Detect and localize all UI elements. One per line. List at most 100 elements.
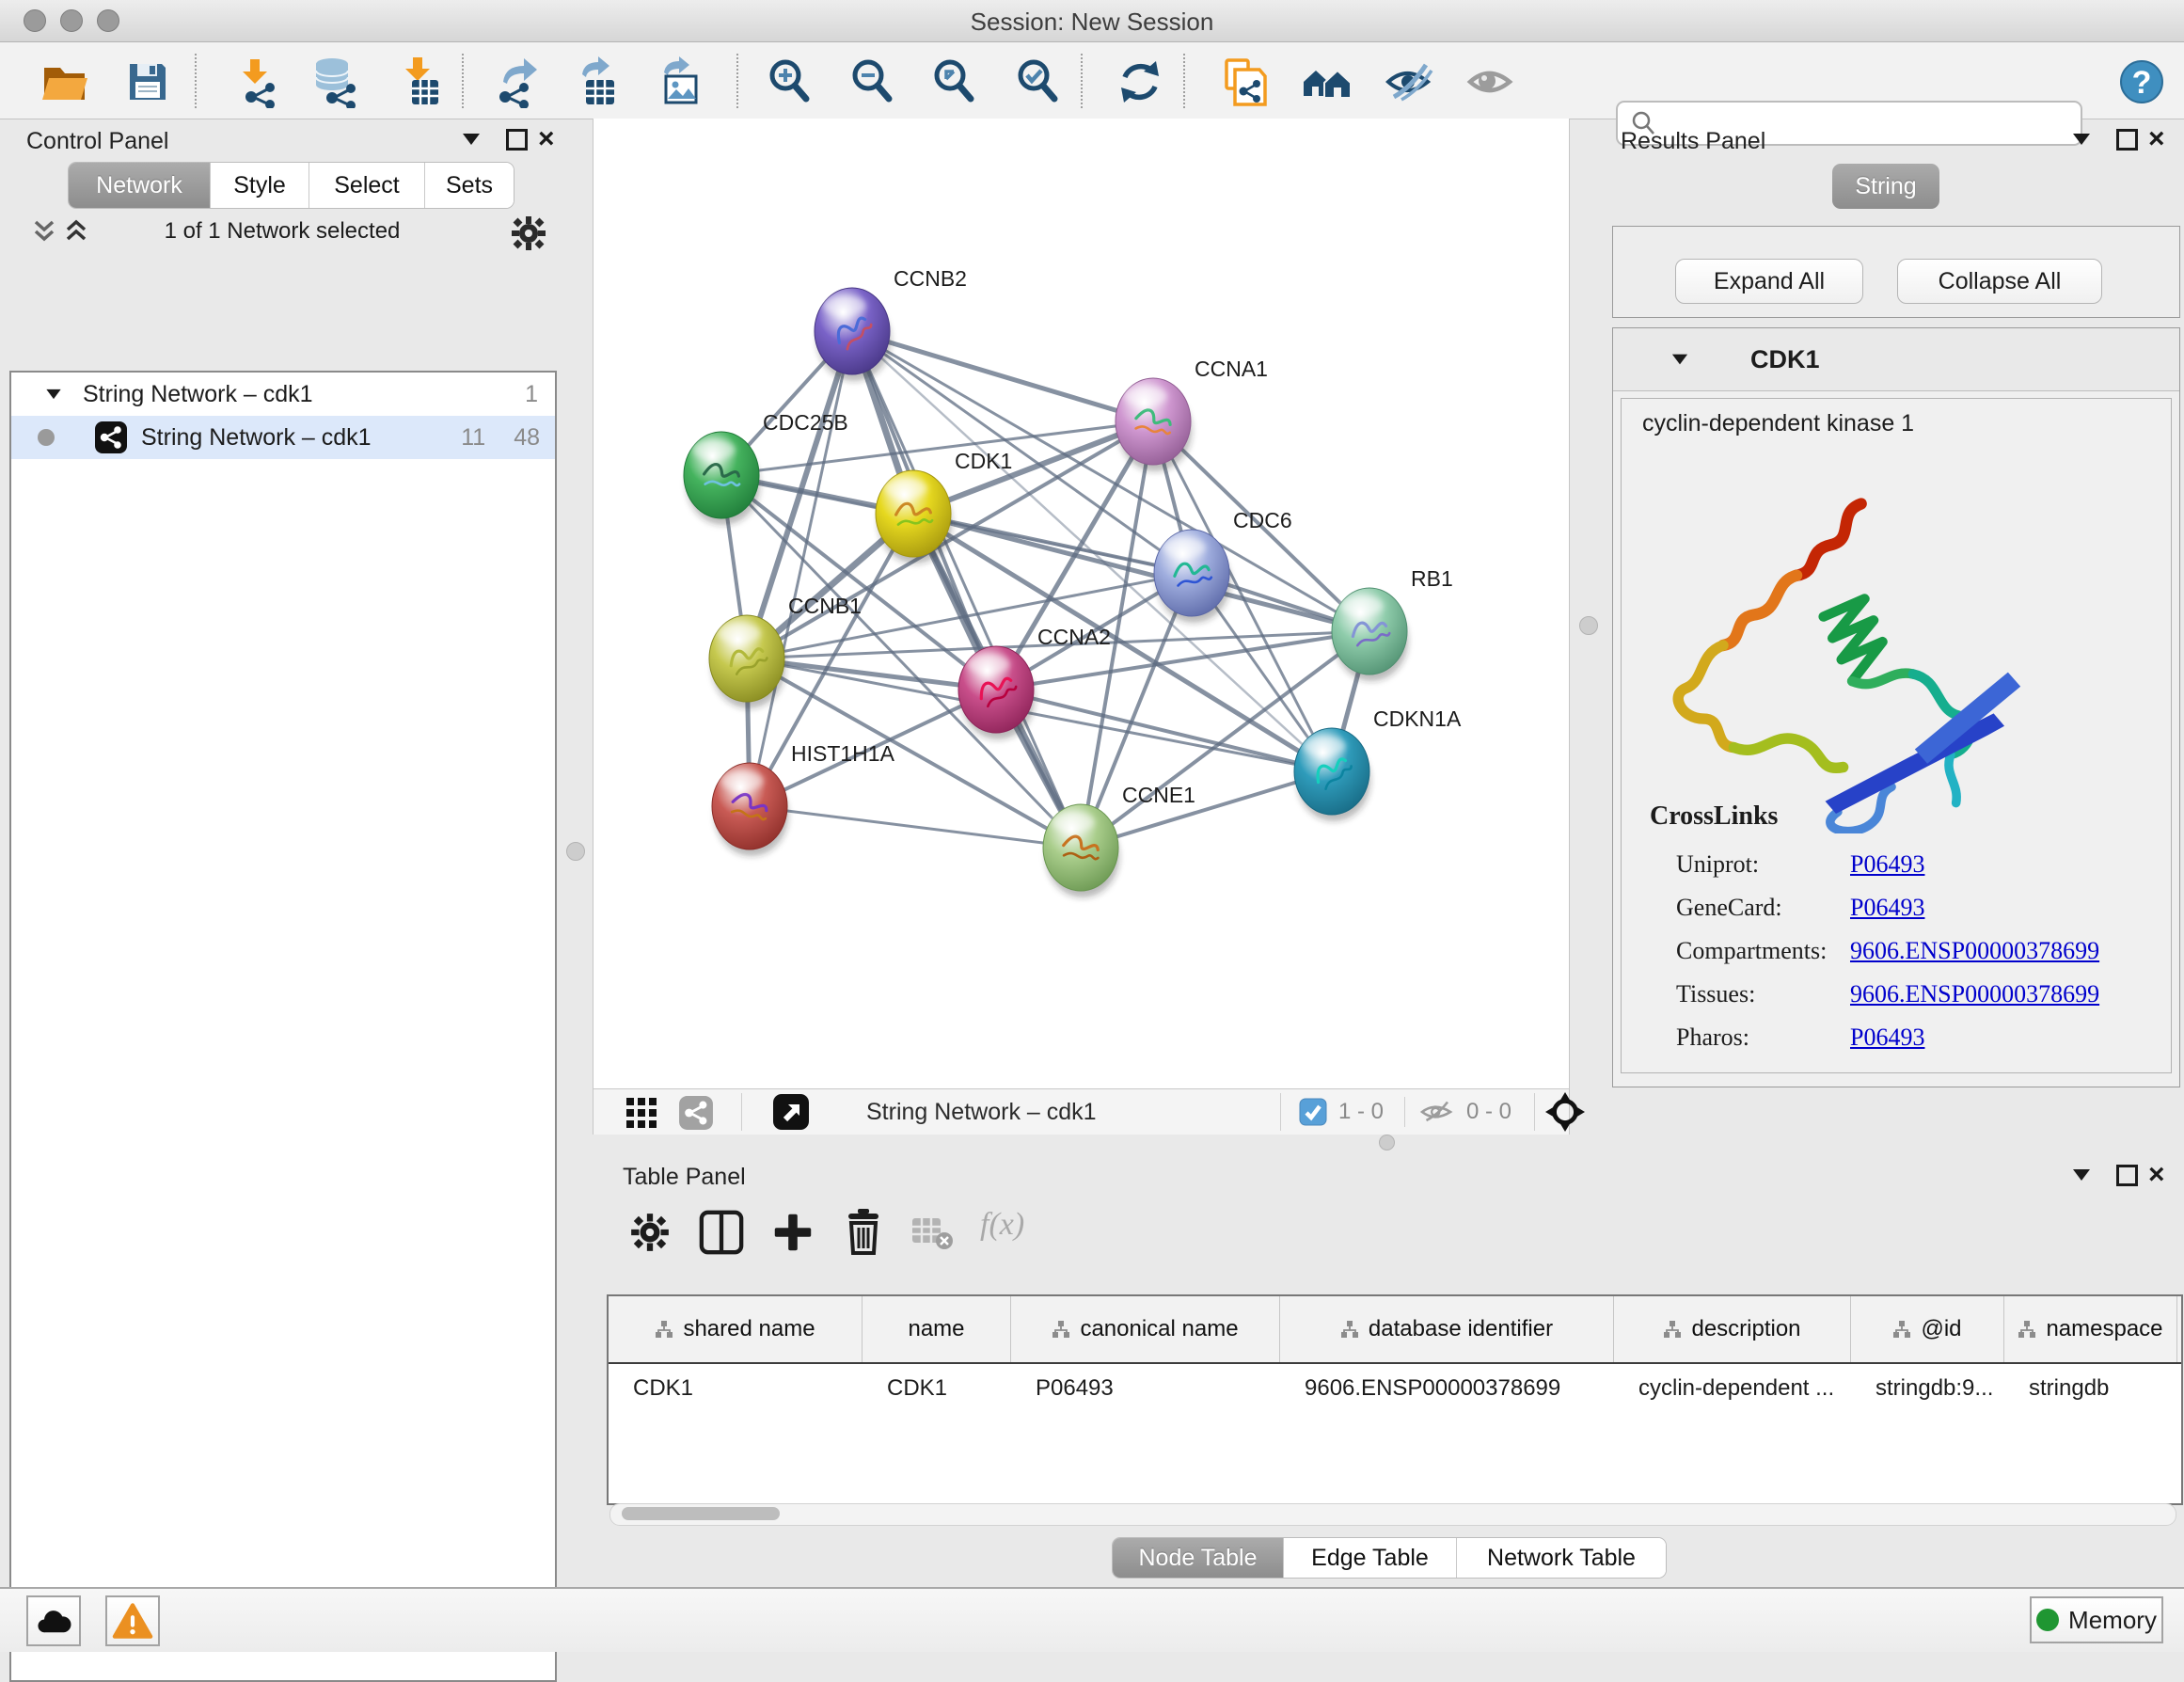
selected-checkbox-icon[interactable] — [1299, 1098, 1327, 1126]
collapse-all-icon[interactable] — [30, 216, 58, 246]
table-panel-close-icon[interactable]: × — [2148, 1166, 2165, 1184]
detach-view-icon[interactable] — [772, 1093, 810, 1131]
gear-icon[interactable] — [508, 213, 549, 254]
edge[interactable] — [1081, 771, 1332, 848]
scrollbar-thumb[interactable] — [622, 1507, 780, 1520]
table-cell[interactable]: CDK1 — [609, 1364, 863, 1413]
import-database-icon[interactable] — [308, 56, 360, 108]
table-cell[interactable]: cyclin-dependent ... — [1614, 1364, 1851, 1413]
left-splitter-handle[interactable] — [566, 842, 585, 861]
node-ccnb2[interactable]: CCNB2 — [815, 266, 967, 381]
export-table-icon[interactable] — [573, 56, 625, 108]
zoom-fit-icon[interactable] — [927, 56, 980, 108]
edge[interactable] — [750, 331, 852, 806]
zoom-in-icon[interactable] — [763, 56, 815, 108]
delete-column-icon[interactable] — [841, 1207, 886, 1256]
network-edges[interactable] — [721, 331, 1369, 848]
network-row-selected[interactable]: String Network – cdk1 11 48 — [11, 416, 555, 459]
save-session-icon[interactable] — [121, 56, 174, 108]
window-title: Session: New Session — [0, 8, 2184, 37]
column-header-canonical-name[interactable]: canonical name — [1011, 1296, 1280, 1362]
network-edge-count: 48 — [514, 424, 540, 452]
table-cell[interactable]: stringdb:9... — [1851, 1364, 2004, 1413]
zoom-selected-icon[interactable] — [1011, 56, 1064, 108]
memory-button[interactable]: Memory — [2030, 1596, 2163, 1643]
crosslink-value-link[interactable]: P06493 — [1850, 894, 1924, 922]
node-rb1[interactable]: RB1 — [1332, 566, 1453, 681]
grid-view-icon[interactable] — [625, 1097, 657, 1129]
network-graph[interactable]: CCNB2CCNA1CDC25BCDK1CDC6RB1CCNB1CCNA2CDK… — [593, 119, 1569, 1079]
collection-expand-icon[interactable] — [46, 389, 60, 399]
show-columns-icon[interactable] — [698, 1209, 745, 1256]
column-header-description[interactable]: description — [1614, 1296, 1851, 1362]
node-ccne1[interactable]: CCNE1 — [1043, 783, 1195, 897]
right-splitter-handle[interactable] — [1579, 616, 1598, 635]
home-icon[interactable] — [1301, 56, 1353, 108]
tab-network-table[interactable]: Network Table — [1457, 1538, 1666, 1578]
column-header-database-identifier[interactable]: database identifier — [1280, 1296, 1614, 1362]
collapse-all-button[interactable]: Collapse All — [1897, 259, 2102, 304]
table-cell[interactable]: CDK1 — [863, 1364, 1011, 1413]
network-canvas[interactable]: CCNB2CCNA1CDC25BCDK1CDC6RB1CCNB1CCNA2CDK… — [593, 119, 1570, 1088]
network-share-icon — [94, 420, 128, 454]
expand-all-icon[interactable] — [62, 216, 90, 246]
selected-count: 1 - 0 — [1338, 1099, 1384, 1125]
tab-style[interactable]: Style — [211, 163, 309, 208]
tab-select[interactable]: Select — [309, 163, 425, 208]
column-header-name[interactable]: name — [863, 1296, 1011, 1362]
hide-eye-icon[interactable] — [1383, 56, 1435, 108]
cloud-button[interactable] — [26, 1595, 81, 1646]
crosslink-value-link[interactable]: 9606.ENSP00000378699 — [1850, 937, 2099, 965]
crosslink-value-link[interactable]: 9606.ENSP00000378699 — [1850, 980, 2099, 1008]
show-eye-icon[interactable] — [1464, 56, 1517, 108]
table-cell[interactable]: P06493 — [1011, 1364, 1280, 1413]
control-panel-float-icon[interactable] — [463, 134, 480, 145]
copy-network-icon[interactable] — [1217, 56, 1270, 108]
expand-all-button[interactable]: Expand All — [1675, 259, 1863, 304]
control-panel-close-icon[interactable]: × — [538, 130, 555, 149]
table-cell[interactable]: 9606.ENSP00000378699 — [1280, 1364, 1614, 1413]
crosslink-value-link[interactable]: P06493 — [1850, 850, 1924, 879]
tab-sets[interactable]: Sets — [425, 163, 514, 208]
export-network-icon[interactable] — [492, 56, 545, 108]
column-header--id[interactable]: @id — [1851, 1296, 2004, 1362]
table-cell[interactable]: stringdb — [2004, 1364, 2177, 1413]
table-panel-maximize-icon[interactable] — [2116, 1165, 2138, 1186]
node-cdkn1a[interactable]: CDKN1A — [1294, 706, 1462, 821]
gene-collapse-icon[interactable] — [1672, 355, 1687, 365]
column-header-shared-name[interactable]: shared name — [609, 1296, 863, 1362]
gene-header-row[interactable]: CDK1 — [1613, 328, 2179, 391]
edge[interactable] — [852, 331, 1081, 848]
edge[interactable] — [750, 806, 1081, 848]
import-network-icon[interactable] — [229, 56, 281, 108]
birds-eye-icon[interactable] — [1545, 1092, 1585, 1132]
crosslink-row: Pharos:P06493 — [1676, 1016, 2156, 1059]
add-column-icon[interactable] — [769, 1209, 816, 1256]
node-ccna1[interactable]: CCNA1 — [1116, 357, 1268, 471]
tab-network[interactable]: Network — [69, 163, 211, 208]
tab-string[interactable]: String — [1832, 164, 1939, 209]
refresh-layout-icon[interactable] — [1114, 56, 1166, 108]
results-panel-close-icon[interactable]: × — [2148, 130, 2165, 149]
node-hist1h1a[interactable]: HIST1H1A — [712, 741, 895, 856]
zoom-out-icon[interactable] — [846, 56, 898, 108]
table-row[interactable]: CDK1CDK1P064939606.ENSP00000378699cyclin… — [609, 1364, 2181, 1413]
table-gear-icon[interactable] — [628, 1211, 672, 1254]
control-panel-maximize-icon[interactable] — [506, 129, 528, 151]
crosslink-value-link[interactable]: P06493 — [1850, 1023, 1924, 1052]
network-collection-row[interactable]: String Network – cdk1 1 — [11, 373, 555, 416]
table-horizontal-scrollbar[interactable] — [609, 1503, 2176, 1526]
tab-node-table[interactable]: Node Table — [1113, 1538, 1284, 1578]
network-view-icon[interactable] — [678, 1095, 714, 1131]
open-session-icon[interactable] — [38, 56, 90, 108]
results-panel-float-icon[interactable] — [2073, 134, 2090, 145]
edge[interactable] — [852, 331, 1153, 421]
warning-button[interactable] — [105, 1595, 160, 1646]
export-image-icon[interactable] — [655, 56, 707, 108]
column-header-namespace[interactable]: namespace — [2004, 1296, 2177, 1362]
help-icon[interactable]: ? — [2115, 56, 2168, 108]
tab-edge-table[interactable]: Edge Table — [1284, 1538, 1457, 1578]
results-panel-maximize-icon[interactable] — [2116, 129, 2138, 151]
table-panel-float-icon[interactable] — [2073, 1169, 2090, 1181]
import-table-icon[interactable] — [393, 56, 446, 108]
